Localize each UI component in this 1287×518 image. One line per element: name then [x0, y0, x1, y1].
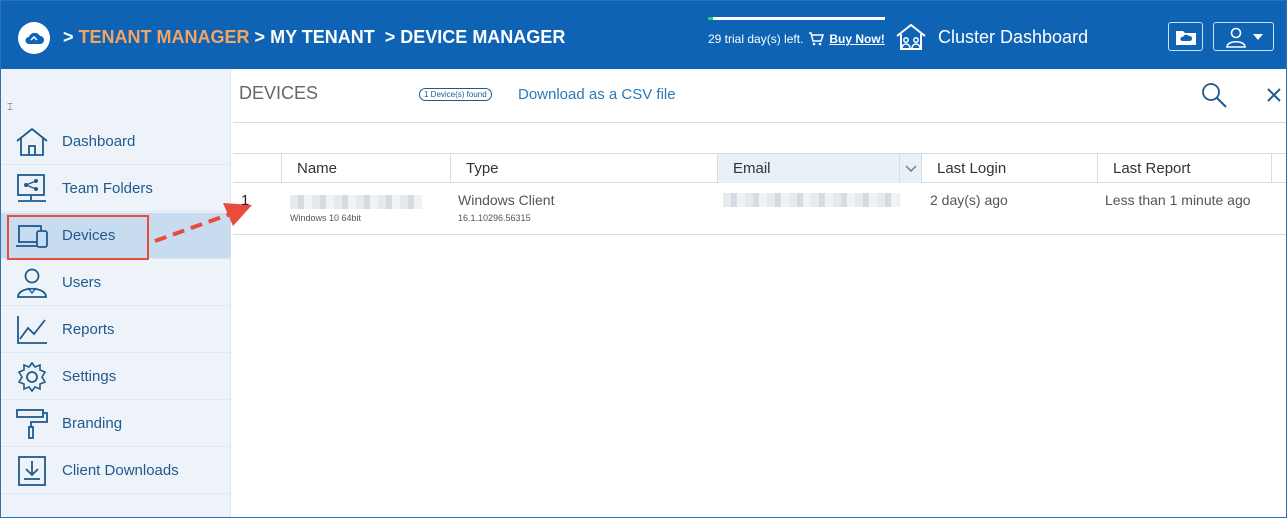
column-last-report[interactable]: Last Report [1097, 154, 1271, 183]
download-icon [18, 456, 46, 486]
app-logo[interactable] [18, 22, 50, 54]
download-csv-link[interactable]: Download as a CSV file [518, 86, 676, 103]
column-label: Email [733, 160, 771, 177]
app-window: > TENANT MANAGER > MY TENANT > DEVICE MA… [0, 0, 1287, 518]
breadcrumb-my-tenant[interactable]: MY TENANT [270, 27, 375, 47]
sidebar-collapse-icon[interactable]: ⌶ [7, 102, 13, 113]
close-icon [1267, 88, 1281, 102]
devices-highlight-box [7, 215, 149, 260]
column-spacer [1271, 154, 1286, 183]
breadcrumb-separator: > [63, 27, 74, 47]
table-row[interactable]: 1 Windows 10 64bit Windows Client 16.1.1… [233, 183, 1286, 235]
trial-text: 29 trial day(s) left. [708, 32, 804, 46]
chart-icon [17, 316, 47, 344]
user-menu-button[interactable] [1213, 22, 1274, 51]
user-icon [1225, 27, 1246, 48]
breadcrumb-tenant-manager[interactable]: TENANT MANAGER [79, 27, 250, 47]
header-divider [233, 122, 1286, 123]
sidebar-item-settings[interactable]: Settings [1, 354, 231, 400]
column-label: Last Login [937, 160, 1007, 177]
page-title: DEVICES [239, 83, 319, 103]
column-last-login[interactable]: Last Login [921, 154, 1097, 183]
top-bar: > TENANT MANAGER > MY TENANT > DEVICE MA… [1, 1, 1286, 69]
search-button[interactable] [1200, 81, 1228, 114]
cluster-home-icon [896, 23, 926, 50]
folder-cloud-icon [1175, 30, 1196, 45]
sidebar-item-label: Settings [62, 368, 117, 385]
cart-icon [809, 32, 825, 46]
trial-notice: 29 trial day(s) left. Buy Now! [708, 32, 885, 46]
share-folder-icon [17, 174, 46, 202]
cluster-dashboard-link[interactable]: Cluster Dashboard [894, 23, 1088, 51]
sidebar-item-label: Client Downloads [62, 462, 179, 479]
column-email[interactable]: Email [717, 154, 921, 183]
breadcrumb-separator: > [254, 27, 266, 47]
breadcrumb-device-manager: DEVICE MANAGER [400, 27, 566, 47]
device-count-badge: 1 Device(s) found [419, 88, 492, 101]
sidebar-item-label: Team Folders [62, 180, 153, 197]
last-login-value: 2 day(s) ago [930, 192, 1008, 208]
home-icon [16, 127, 48, 156]
sidebar-item-label: Dashboard [62, 133, 136, 150]
sidebar-item-reports[interactable]: Reports [1, 307, 231, 353]
column-type[interactable]: Type [450, 154, 717, 183]
column-label: Last Report [1113, 160, 1191, 177]
folder-button[interactable] [1168, 22, 1203, 51]
table-header: Name Type Email Last Login Last Report [233, 153, 1286, 183]
close-button[interactable] [1266, 83, 1282, 109]
column-label: Name [297, 160, 338, 177]
sidebar-item-client-downloads[interactable]: Client Downloads [1, 448, 231, 494]
device-type: Windows Client [458, 192, 555, 208]
device-version: 16.1.10296.56315 [458, 213, 531, 223]
column-label: Type [466, 160, 499, 177]
breadcrumb: > TENANT MANAGER > MY TENANT > DEVICE MA… [63, 27, 565, 48]
paint-roller-icon [16, 409, 48, 439]
sidebar-item-branding[interactable]: Branding [1, 401, 231, 447]
trial-progress-fill [708, 17, 714, 20]
sidebar-item-dashboard[interactable]: Dashboard [1, 119, 231, 165]
trial-progress-bar [708, 17, 885, 20]
sidebar-item-label: Reports [62, 321, 115, 338]
sidebar-item-label: Branding [62, 415, 123, 432]
row-index: 1 [241, 192, 250, 209]
caret-down-icon [1252, 33, 1263, 40]
cluster-dashboard-label: Cluster Dashboard [938, 26, 1089, 47]
cloud-icon [25, 32, 44, 44]
last-report-value: Less than 1 minute ago [1105, 192, 1251, 208]
device-os: Windows 10 64bit [290, 213, 362, 223]
column-menu-button[interactable] [899, 154, 921, 183]
column-name[interactable]: Name [281, 154, 450, 183]
gear-icon [17, 361, 47, 393]
sidebar: ⌶ Dashboard Team Folders Devices Users R… [1, 69, 231, 517]
breadcrumb-separator: > [384, 27, 396, 47]
chevron-down-icon [905, 165, 916, 172]
sidebar-item-users[interactable]: Users [1, 260, 231, 306]
email-redacted [723, 193, 900, 207]
search-icon [1202, 83, 1227, 108]
device-name-redacted [290, 195, 422, 209]
sidebar-item-label: Users [62, 274, 102, 291]
buy-now-link[interactable]: Buy Now! [829, 32, 884, 46]
user-icon [17, 268, 47, 298]
